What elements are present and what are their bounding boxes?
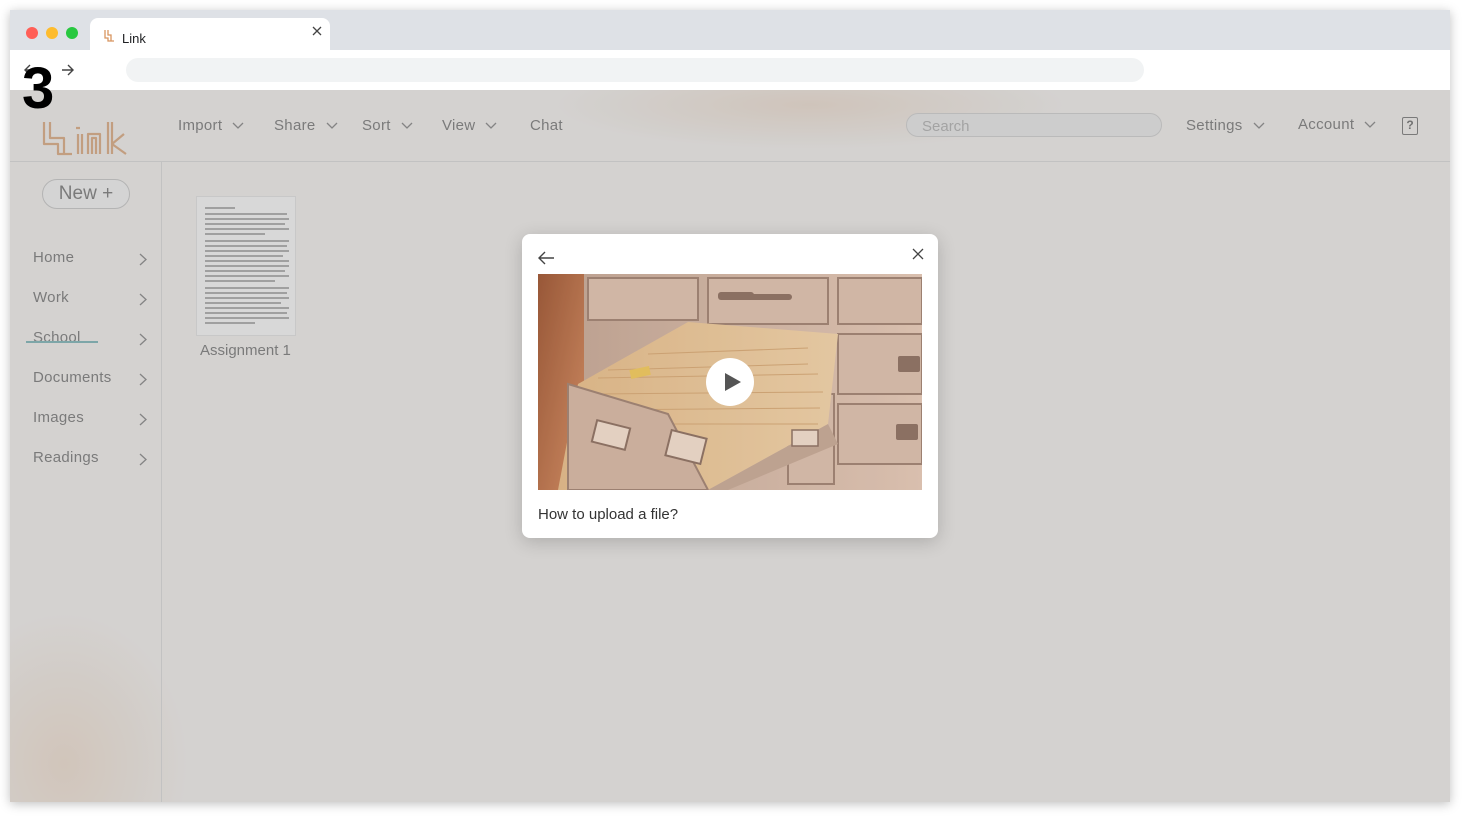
minimize-window-button[interactable] xyxy=(46,27,58,39)
close-icon[interactable] xyxy=(912,248,924,260)
play-icon xyxy=(725,373,741,391)
maximize-window-button[interactable] xyxy=(66,27,78,39)
forward-arrow-icon[interactable] xyxy=(60,62,76,78)
step-number: 3 xyxy=(22,56,55,121)
tab-title: Link xyxy=(122,31,146,46)
browser-tab[interactable]: Link xyxy=(90,18,330,50)
arrow-left-icon[interactable] xyxy=(537,250,555,266)
video-modal: How to upload a file? xyxy=(522,234,938,538)
video-title: How to upload a file? xyxy=(538,506,679,523)
browser-window: Link Import Share Sort View Chat Search … xyxy=(10,10,1450,802)
play-button[interactable] xyxy=(706,358,754,406)
video-player[interactable] xyxy=(538,274,922,490)
link-favicon-icon xyxy=(104,30,114,42)
address-bar[interactable] xyxy=(126,58,1144,82)
close-window-button[interactable] xyxy=(26,27,38,39)
close-tab-icon[interactable] xyxy=(310,24,324,38)
tab-strip: Link xyxy=(10,10,1450,50)
navigation-bar xyxy=(10,50,1450,90)
